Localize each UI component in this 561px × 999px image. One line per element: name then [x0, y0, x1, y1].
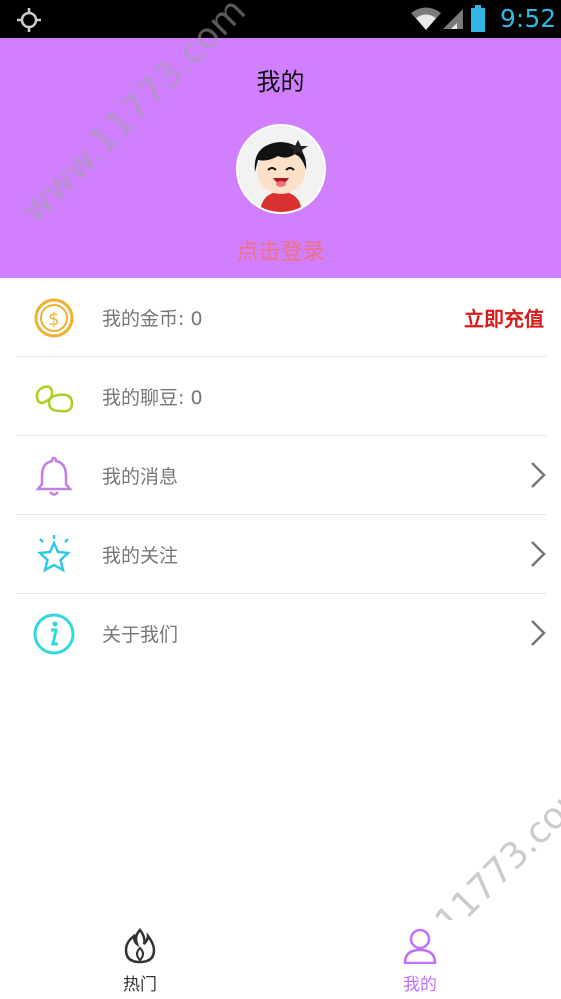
menu-item-label: 我的聊豆: 0: [102, 387, 203, 409]
menu-item-label: 关于我们: [102, 624, 179, 646]
user-icon: [403, 928, 437, 965]
avatar[interactable]: [236, 124, 326, 214]
bell-icon: [35, 456, 73, 496]
menu-list: $ 我的金币: 0 立即充值 我的聊豆: 0 我的消息 我的关注 关于我们: [16, 278, 546, 673]
coin-icon: $: [34, 298, 74, 338]
chevron-right-icon: [531, 541, 546, 567]
svg-text:$: $: [48, 309, 59, 330]
tab-label: 我的: [403, 975, 437, 995]
cartoon-avatar-image: [238, 126, 324, 212]
chevron-right-icon: [531, 620, 546, 646]
chevron-right-icon: [531, 462, 546, 488]
page-title: 我的: [256, 68, 305, 96]
menu-item-label: 我的消息: [102, 466, 179, 488]
menu-item-label: 我的关注: [102, 545, 179, 567]
battery-icon: [471, 5, 485, 32]
tab-mine[interactable]: 我的: [360, 928, 480, 995]
flame-icon: [124, 928, 156, 964]
tab-label: 热门: [123, 975, 157, 995]
info-icon: [33, 613, 75, 655]
menu-item-messages[interactable]: 我的消息: [16, 436, 546, 515]
signal-icon: [443, 9, 463, 29]
menu-item-following[interactable]: 我的关注: [16, 515, 546, 594]
recharge-button[interactable]: 立即充值: [464, 303, 544, 332]
menu-item-about[interactable]: 关于我们: [16, 594, 546, 673]
menu-item-label: 我的金币: 0: [102, 308, 203, 330]
login-link[interactable]: 点击登录: [0, 234, 561, 266]
location-icon: [17, 8, 41, 32]
bean-icon: [35, 385, 74, 413]
menu-item-beans: 我的聊豆: 0: [16, 357, 546, 436]
wifi-icon: [411, 7, 441, 30]
status-bar: 9:52: [0, 0, 561, 38]
menu-item-coins: $ 我的金币: 0 立即充值: [16, 278, 546, 357]
status-time: 9:52: [500, 4, 557, 33]
tab-hot[interactable]: 热门: [80, 928, 200, 995]
bottom-tab-bar: 热门 我的: [0, 920, 561, 999]
star-icon: [37, 535, 71, 573]
